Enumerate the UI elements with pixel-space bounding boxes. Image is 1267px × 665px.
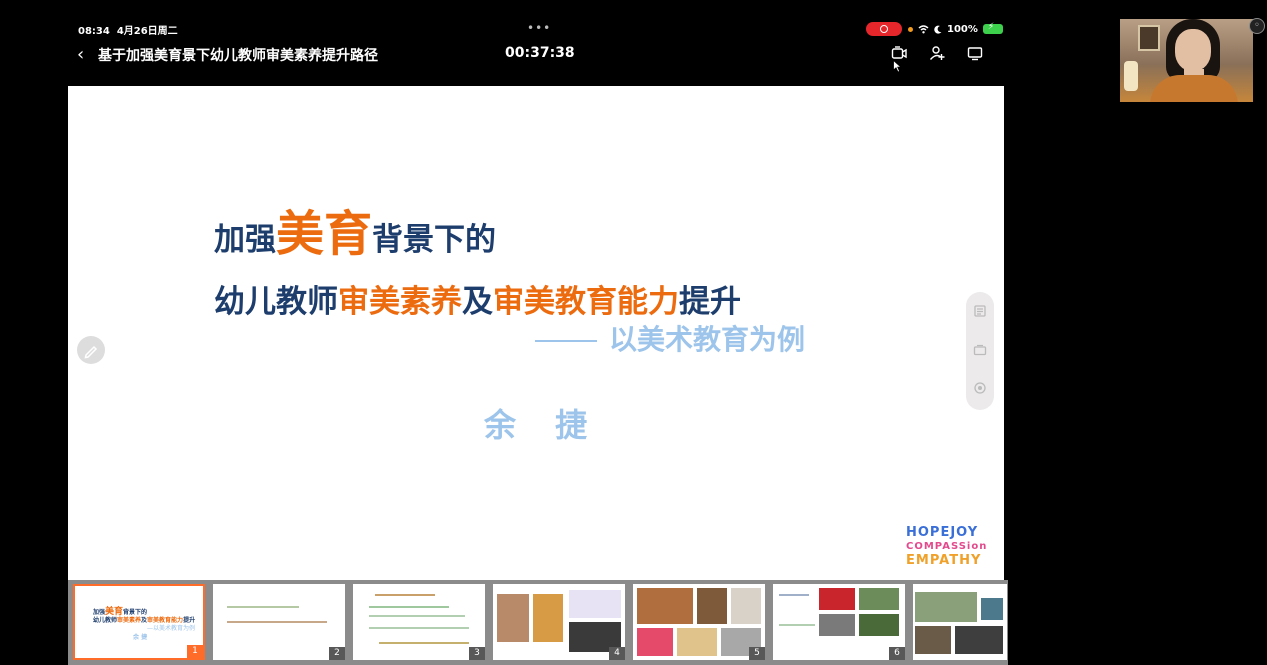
status-date: 4月26日周二 <box>116 26 178 37</box>
thumb-number: 3 <box>469 647 485 660</box>
presentation-slide: 加强美育背景下的 幼儿教师审美素养及审美教育能力提升 以美术教育为例 余 捷 H… <box>68 86 1004 580</box>
thumb-text-line <box>227 621 327 623</box>
slide-thumbnail[interactable]: 2 <box>213 584 345 660</box>
thumb-text-line <box>369 627 469 629</box>
more-dots-icon[interactable]: ••• <box>527 21 551 35</box>
hope-joy-logo: HOPEJOY COMPASSion EMPATHY <box>906 525 988 580</box>
status-bar: 08:34 4月26日周二 ••• 100% <box>0 0 1010 38</box>
slide-thumbnail[interactable]: 4 <box>493 584 625 660</box>
thumb-text-line <box>379 642 469 644</box>
thumb-text-line <box>779 594 809 596</box>
thumb-text-line <box>369 606 449 608</box>
participant-video[interactable] <box>1120 19 1253 102</box>
slide-subtitle: 以美术教育为例 <box>535 318 805 358</box>
slide-thumbnail[interactable]: 3 <box>353 584 485 660</box>
logo-line-1: HOPEJOY <box>906 525 979 540</box>
thumb-text-line <box>375 594 435 596</box>
thumb-author: 余 捷 <box>133 634 148 641</box>
thumb-text-line <box>779 624 815 626</box>
pen-icon <box>84 345 98 359</box>
thumb-photo <box>915 592 977 622</box>
status-time: 08:34 <box>78 26 110 37</box>
slide-title-line-1: 加强美育背景下的 <box>214 194 496 264</box>
thumb-text-line <box>369 615 465 617</box>
thumb-photo <box>677 628 717 656</box>
slide-title-line-2: 幼儿教师审美素养及审美教育能力提升 <box>214 276 741 321</box>
thumb-text-line <box>227 606 299 608</box>
thumb-photo <box>697 588 727 624</box>
meeting-title: 基于加强美育景下幼儿教师审美素养提升路径 <box>98 48 378 64</box>
wall-picture <box>1138 25 1160 51</box>
participant-face <box>1175 29 1211 71</box>
slide-thumbnail[interactable]: 6 <box>773 584 905 660</box>
mouse-cursor-icon <box>893 60 902 73</box>
logo-line-3: EMPATHY <box>906 553 982 568</box>
recording-indicator[interactable] <box>866 22 902 36</box>
thumb-number: 4 <box>609 647 625 660</box>
wifi-icon <box>918 24 929 33</box>
thumb-photo <box>819 614 855 636</box>
thumb-photo <box>859 614 899 636</box>
status-time-date: 08:34 4月26日周二 <box>78 22 178 37</box>
title-text: 背景下的 <box>372 222 497 258</box>
system-icons: 100% <box>908 22 1003 35</box>
thumb-photo <box>533 594 563 642</box>
share-screen-icon[interactable] <box>967 45 983 61</box>
thumb-number: 1 <box>187 645 203 658</box>
slide-author: 余 捷 <box>484 406 602 444</box>
thumb-photo <box>859 588 899 610</box>
battery-icon <box>982 22 1003 34</box>
pip-button-icon[interactable]: ◦ <box>1249 18 1265 34</box>
battery-percent: 100% <box>947 23 978 35</box>
thumb-subtitle: —以美术教育为例 <box>147 625 196 632</box>
thumb-photo <box>497 594 529 642</box>
slide-thumbnail-strip: 加强美育背景下的 幼儿教师审美素养及审美教育能力提升 —以美术教育为例 余 捷 … <box>68 580 1008 665</box>
settings-icon[interactable] <box>973 381 987 395</box>
logo-line-2: COMPASSion <box>906 541 988 552</box>
slide-thumbnail[interactable]: 加强美育背景下的 幼儿教师审美素养及审美教育能力提升 —以美术教育为例 余 捷 … <box>73 584 205 660</box>
title-text: 及 <box>462 284 493 320</box>
title-highlight: 审美教育能力 <box>493 284 679 320</box>
thumb-photo <box>569 590 621 618</box>
participant-body <box>1150 75 1238 102</box>
lamp <box>1124 61 1138 91</box>
annotate-button[interactable] <box>77 336 105 364</box>
thumb-photo <box>819 588 855 610</box>
moon-icon <box>934 25 942 34</box>
thumb-number: 5 <box>749 647 765 660</box>
thumb-photo <box>981 598 1003 620</box>
thumb-number: 2 <box>329 647 345 660</box>
notes-icon[interactable] <box>973 304 987 318</box>
chevron-left-icon[interactable]: ‹ <box>77 44 84 65</box>
title-text: 幼儿教师 <box>214 284 338 320</box>
thumb-photo <box>915 626 951 654</box>
thumb-photo <box>955 626 1003 654</box>
mic-in-use-icon <box>908 26 913 32</box>
thumb-number: 6 <box>889 647 905 660</box>
camera-switch-icon[interactable] <box>891 45 907 61</box>
subtitle-text: 以美术教育为例 <box>609 323 806 356</box>
title-highlight: 审美素养 <box>338 284 462 320</box>
title-highlight: 美育 <box>276 206 373 262</box>
title-text: 提升 <box>679 284 741 320</box>
fullscreen-icon[interactable] <box>973 343 987 357</box>
meeting-timer: 00:37:38 <box>505 45 575 61</box>
slide-thumbnail[interactable]: 5 <box>633 584 765 660</box>
slide-thumbnail[interactable] <box>913 584 1007 660</box>
slide-side-toolbar <box>966 292 994 410</box>
thumb-photo <box>637 588 693 624</box>
title-text: 加强 <box>214 222 276 258</box>
add-member-icon[interactable] <box>929 45 945 61</box>
thumb-photo <box>731 588 761 624</box>
subtitle-dash <box>535 340 597 342</box>
thumb-photo <box>637 628 673 656</box>
